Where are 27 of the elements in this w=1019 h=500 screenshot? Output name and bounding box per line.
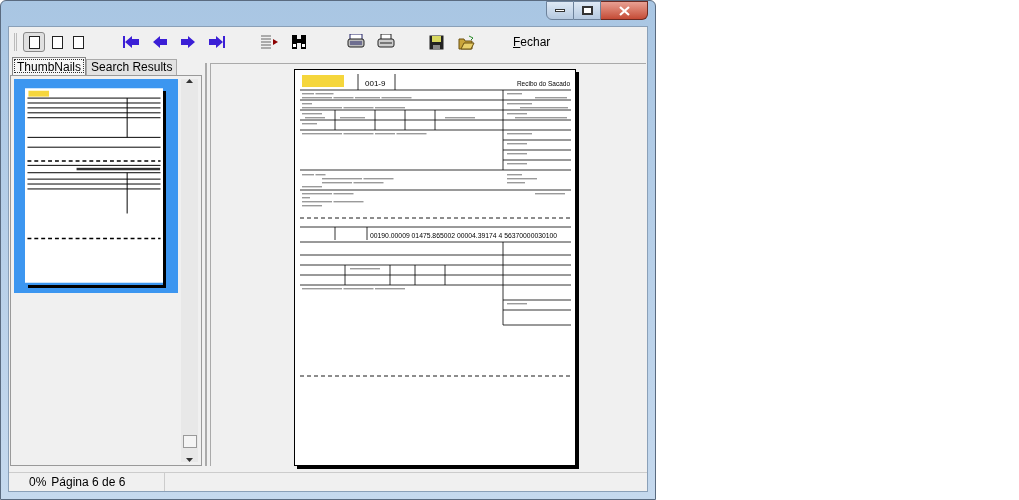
- previous-page-icon[interactable]: [151, 34, 169, 50]
- print-setup-icon[interactable]: [347, 34, 365, 50]
- printer-icon[interactable]: [377, 34, 395, 50]
- close-icon: [618, 5, 630, 16]
- single-page-icon: [28, 35, 40, 49]
- maximize-button[interactable]: [574, 1, 601, 20]
- open-folder-icon[interactable]: [458, 34, 475, 50]
- panel-tab[interactable]: ThumbNails: [12, 57, 87, 75]
- binoculars-icon[interactable]: [291, 35, 307, 49]
- scrollbar[interactable]: [181, 79, 198, 462]
- go-to-page-icon[interactable]: [261, 35, 279, 49]
- close-button[interactable]: [601, 1, 648, 20]
- save-icon[interactable]: [429, 34, 444, 50]
- scroll-down-icon[interactable]: [186, 458, 193, 462]
- minimize-button[interactable]: [546, 1, 574, 20]
- bank-code: 001-9: [364, 79, 385, 88]
- scroll-thumb[interactable]: [182, 435, 197, 448]
- thumbnail-item[interactable]: [14, 79, 178, 293]
- panel-tab[interactable]: Search Results: [86, 59, 178, 75]
- scroll-up-icon[interactable]: [186, 79, 193, 83]
- page-indicator: Página 6 de 6: [51, 474, 126, 491]
- view-mode-button[interactable]: [23, 32, 45, 52]
- progress-text: 0%: [29, 474, 47, 491]
- last-page-icon[interactable]: [207, 34, 225, 50]
- close-report-button[interactable]: Fechar: [509, 33, 555, 51]
- first-page-icon[interactable]: [123, 34, 141, 50]
- next-page-icon[interactable]: [179, 34, 197, 50]
